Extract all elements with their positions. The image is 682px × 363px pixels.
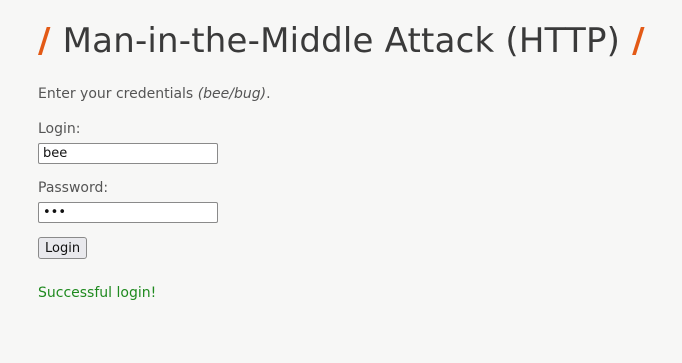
page: / Man-in-the-Middle Attack (HTTP) / Enter … <box>0 0 682 363</box>
login-status-message: Successful login! <box>38 285 157 301</box>
credentials-hint: (bee/bug) <box>197 86 267 102</box>
page-title: / Man-in-the-Middle Attack (HTTP) / <box>38 19 645 63</box>
instructions-text: Enter your credentials <box>38 86 198 102</box>
title-slash-right: / <box>632 21 645 61</box>
title-text: Man-in-the-Middle Attack (HTTP) <box>62 21 621 61</box>
login-field[interactable] <box>38 143 218 164</box>
title-slash-left: / <box>38 21 51 61</box>
instructions-suffix: . <box>266 86 271 102</box>
password-label: Password: <box>38 180 109 196</box>
login-label: Login: <box>38 121 81 137</box>
password-field[interactable] <box>38 202 218 223</box>
credentials-instructions: Enter your credentials (bee/bug). <box>38 86 271 102</box>
login-button[interactable]: Login <box>38 237 88 259</box>
